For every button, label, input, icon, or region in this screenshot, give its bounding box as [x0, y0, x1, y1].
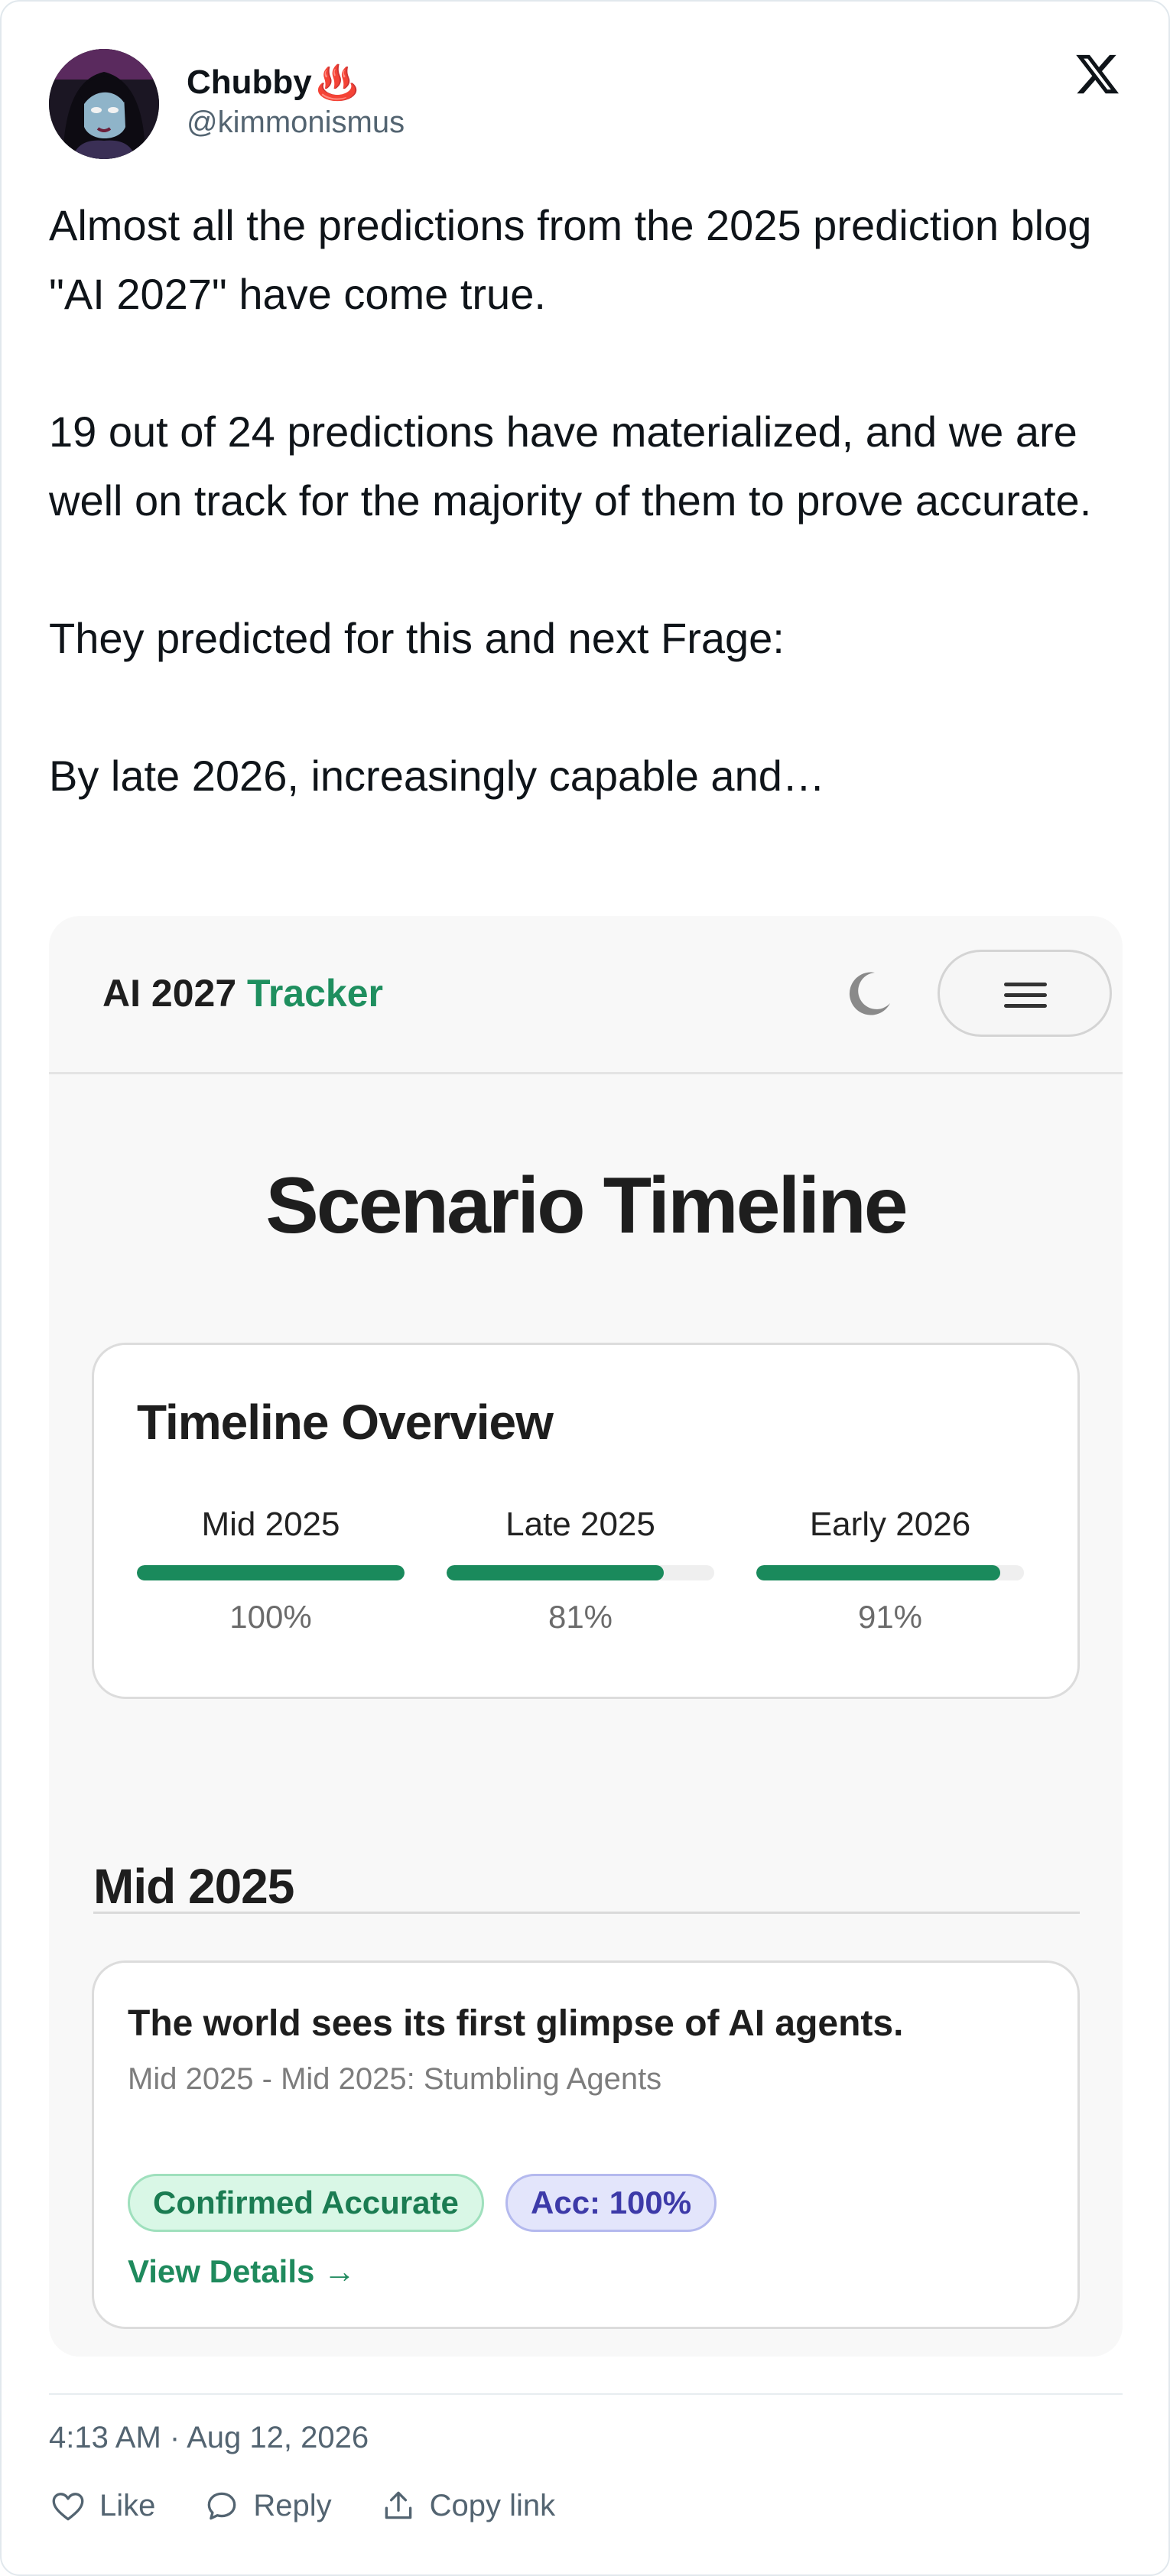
avatar-image: [49, 49, 159, 159]
brand-main: AI 2027: [102, 972, 237, 1015]
tracker-brand: AI 2027 Tracker: [102, 971, 383, 1015]
copy-link-button[interactable]: Copy link: [379, 2487, 556, 2525]
overview-title: Timeline Overview: [137, 1395, 554, 1450]
tracker-navbar: AI 2027 Tracker: [49, 916, 1123, 1074]
tweet-paragraph: By late 2026, increasingly capable and…: [49, 752, 825, 800]
section-title: Mid 2025: [93, 1859, 294, 1914]
footer-divider: [49, 2393, 1123, 2395]
timestamp[interactable]: 4:13 AM · Aug 12, 2026: [49, 2421, 369, 2455]
reply-label: Reply: [253, 2488, 332, 2522]
like-label: Like: [99, 2488, 156, 2522]
x-logo-icon[interactable]: [1074, 50, 1121, 98]
author-handle[interactable]: @kimmonismus: [187, 106, 405, 140]
timeline-overview-card: Timeline Overview Mid 2025 100% Late 202…: [92, 1343, 1080, 1699]
event-card: The world sees its first glimpse of AI a…: [92, 1960, 1080, 2329]
tweet-paragraph: They predicted for this and next Frage:: [49, 614, 785, 662]
share-upload-icon: [385, 2491, 411, 2519]
like-button[interactable]: Like: [49, 2487, 155, 2525]
progress-bar: [756, 1565, 1024, 1580]
section-divider: [93, 1912, 1080, 1914]
reply-button[interactable]: Reply: [203, 2487, 332, 2525]
tweet-actions: Like Reply Copy link: [49, 2487, 603, 2525]
page-title: Scenario Timeline: [265, 1161, 908, 1250]
event-subtitle: Mid 2025 - Mid 2025: Stumbling Agents: [128, 2062, 662, 2096]
phase-label: Late 2025: [505, 1506, 655, 1543]
progress-bar: [137, 1565, 405, 1580]
embedded-screenshot[interactable]: AI 2027 Tracker Scenario Timeline Timeli…: [49, 916, 1123, 2357]
tweet-paragraph: 19 out of 24 predictions have materializ…: [49, 408, 1092, 525]
tweet-paragraph: Almost all the predictions from the 2025…: [49, 201, 1092, 318]
phase-early-2026: Early 2026 91%: [756, 1506, 1024, 1636]
tweet-card: Chubby ♨️ @kimmonismus Almost all the pr…: [0, 0, 1170, 2576]
phase-late-2025: Late 2025 81%: [447, 1506, 714, 1636]
status-badge: Confirmed Accurate: [128, 2174, 484, 2232]
tweet-text: Almost all the predictions from the 2025…: [49, 191, 1120, 810]
hamburger-icon: [938, 950, 1112, 1037]
phase-label: Mid 2025: [201, 1506, 340, 1543]
accuracy-badge: Acc: 100%: [505, 2174, 717, 2232]
author-name-text: Chubby: [187, 63, 312, 101]
author-name[interactable]: Chubby ♨️: [187, 63, 359, 102]
event-title: The world sees its first glimpse of AI a…: [128, 2003, 904, 2044]
avatar[interactable]: [49, 49, 159, 159]
phase-percent: 91%: [857, 1599, 923, 1635]
view-details-link: View Details →: [128, 2253, 356, 2289]
copy-link-label: Copy link: [429, 2488, 556, 2522]
phase-percent: 100%: [229, 1599, 312, 1635]
brand-accent: Tracker: [247, 972, 383, 1015]
hot-springs-emoji-icon: ♨️: [316, 64, 359, 102]
phase-label: Early 2026: [809, 1506, 971, 1543]
phase-mid-2025: Mid 2025 100%: [137, 1506, 405, 1636]
heart-icon: [52, 2493, 84, 2521]
speech-bubble-icon: [208, 2492, 236, 2520]
progress-bar: [447, 1565, 714, 1580]
moon-icon: [844, 968, 895, 1018]
phase-percent: 81%: [548, 1599, 613, 1635]
